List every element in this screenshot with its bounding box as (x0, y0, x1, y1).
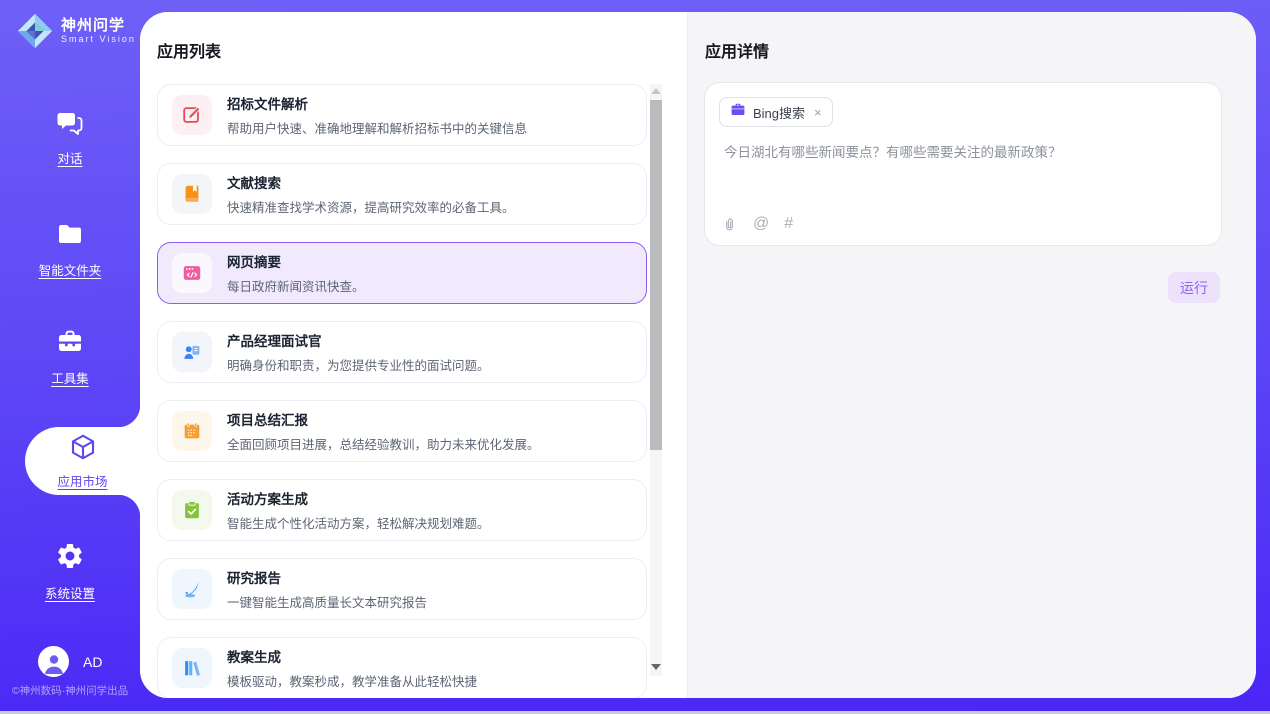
user-avatar-icon (38, 646, 69, 677)
app-list: 招标文件解析 帮助用户快速、准确地理解和解析招标书中的关键信息 文献搜索 (157, 84, 647, 698)
note-icon (172, 411, 212, 451)
cube-icon (68, 432, 98, 467)
chat-icon (56, 108, 84, 141)
sidebar-item-label: 应用市场 (57, 471, 107, 490)
interviewer-icon (172, 332, 212, 372)
app-item-description: 一键智能生成高质量长文本研究报告 (227, 592, 427, 611)
prompt-toolbar: @ # (721, 215, 793, 233)
app-item-title: 项目总结汇报 (227, 409, 540, 429)
app-list-item-research-report[interactable]: 研究报告 一键智能生成高质量长文本研究报告 (157, 558, 647, 620)
app-window: 神州问学 Smart Vision 对话 智能文件夹 (0, 0, 1270, 714)
scrollbar-thumb[interactable] (650, 100, 662, 450)
user-account[interactable]: AD (38, 646, 102, 677)
book-icon (172, 174, 212, 214)
app-item-title: 产品经理面试官 (227, 330, 490, 350)
gear-icon (55, 541, 85, 576)
app-detail-title: 应用详情 (705, 38, 769, 62)
main-content-card: 应用列表 招标文件解析 帮助用户快速、准确地理解和解析招标书中的关键信息 (140, 12, 1256, 698)
app-item-description: 全面回顾项目进展，总结经验教训，助力未来优化发展。 (227, 434, 540, 453)
logo-title: 神州问学 (61, 17, 136, 34)
tool-tag-label: Bing搜索 (753, 103, 805, 122)
tab-flare-bottom (118, 495, 140, 517)
scroll-down-arrow-icon[interactable] (651, 664, 661, 670)
sidebar-item-settings[interactable]: 系统设置 (0, 541, 140, 602)
app-item-description: 明确身份和职责，为您提供专业性的面试问题。 (227, 355, 490, 374)
app-item-title: 文献搜索 (227, 172, 515, 192)
prompt-text[interactable]: 今日湖北有哪些新闻要点？有哪些需要关注的最新政策？ (724, 143, 1203, 163)
app-logo: 神州问学 Smart Vision (16, 12, 136, 50)
run-button[interactable]: 运行 (1168, 272, 1220, 303)
sidebar-item-label: 工具集 (51, 368, 89, 387)
toolbox-icon (56, 328, 84, 361)
app-item-description: 智能生成个性化活动方案，轻松解决规划难题。 (227, 513, 490, 532)
app-item-title: 招标文件解析 (227, 93, 527, 113)
close-icon[interactable]: × (814, 105, 822, 120)
research-icon (172, 569, 212, 609)
app-detail-pane: 应用详情 Bing搜索 × 今日湖北有哪些新闻要点？有哪些需要关注的最新政策？ (687, 12, 1256, 698)
briefcase-icon (730, 102, 746, 122)
user-initials: AD (83, 654, 102, 670)
app-list-item-event-plan[interactable]: 活动方案生成 智能生成个性化活动方案，轻松解决规划难题。 (157, 479, 647, 541)
app-list-item-lesson-plan[interactable]: 教案生成 模板驱动，教案秒成，教学准备从此轻松快捷 (157, 637, 647, 698)
sidebar-item-app-market[interactable]: 应用市场 (25, 427, 140, 495)
sidebar-item-label: 系统设置 (45, 583, 95, 602)
sidebar-item-label: 智能文件夹 (39, 260, 102, 279)
app-list-item-literature-search[interactable]: 文献搜索 快速精准查找学术资源，提高研究效率的必备工具。 (157, 163, 647, 225)
app-list-title: 应用列表 (157, 38, 221, 62)
browser-code-icon (172, 253, 212, 293)
clipboard-check-icon (172, 490, 212, 530)
prompt-input[interactable]: Bing搜索 × 今日湖北有哪些新闻要点？有哪些需要关注的最新政策？ @ # (704, 82, 1222, 246)
app-list-item-pm-interviewer[interactable]: 产品经理面试官 明确身份和职责，为您提供专业性的面试问题。 (157, 321, 647, 383)
tab-flare-top (118, 405, 140, 427)
app-list-item-bid-parse[interactable]: 招标文件解析 帮助用户快速、准确地理解和解析招标书中的关键信息 (157, 84, 647, 146)
copyright-footer: ©神州数码·神州问学出品 (0, 683, 140, 698)
app-list-pane: 应用列表 招标文件解析 帮助用户快速、准确地理解和解析招标书中的关键信息 (140, 12, 687, 698)
app-list-item-project-summary[interactable]: 项目总结汇报 全面回顾项目进展，总结经验教训，助力未来优化发展。 (157, 400, 647, 462)
app-item-description: 帮助用户快速、准确地理解和解析招标书中的关键信息 (227, 118, 527, 137)
logo-subtitle: Smart Vision (61, 34, 136, 45)
folder-icon (56, 220, 84, 253)
app-item-title: 研究报告 (227, 567, 427, 587)
diamond-logo-icon (16, 12, 54, 50)
scroll-up-arrow-icon[interactable] (651, 88, 661, 94)
app-item-title: 网页摘要 (227, 251, 365, 271)
paperclip-icon[interactable] (721, 216, 738, 233)
sidebar-item-smart-folder[interactable]: 智能文件夹 (0, 220, 140, 279)
tool-tag-bing-search[interactable]: Bing搜索 × (719, 97, 833, 127)
pen-square-icon (172, 95, 212, 135)
app-item-description: 模板驱动，教案秒成，教学准备从此轻松快捷 (227, 671, 477, 690)
books-icon (172, 648, 212, 688)
sidebar-item-chat[interactable]: 对话 (0, 108, 140, 167)
app-item-title: 教案生成 (227, 646, 477, 666)
list-scrollbar[interactable] (650, 84, 662, 676)
mention-icon[interactable]: @ (753, 215, 769, 233)
sidebar-item-label: 对话 (57, 148, 82, 167)
hash-icon[interactable]: # (784, 215, 793, 233)
app-item-description: 快速精准查找学术资源，提高研究效率的必备工具。 (227, 197, 515, 216)
sidebar-item-toolset[interactable]: 工具集 (0, 328, 140, 387)
app-item-title: 活动方案生成 (227, 488, 490, 508)
app-item-description: 每日政府新闻资讯快查。 (227, 276, 365, 295)
app-list-item-web-summary[interactable]: 网页摘要 每日政府新闻资讯快查。 (157, 242, 647, 304)
sidebar: 神州问学 Smart Vision 对话 智能文件夹 (0, 0, 140, 714)
